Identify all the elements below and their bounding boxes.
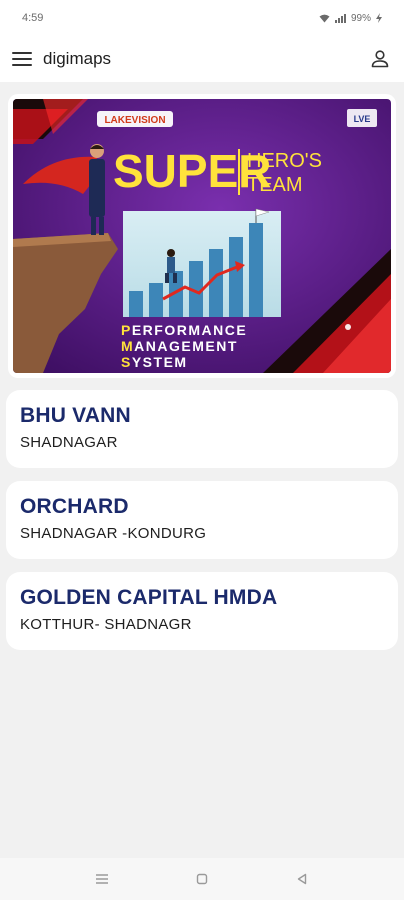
tag-initial-2: M — [121, 338, 134, 354]
battery-level: 99% — [350, 12, 371, 24]
status-icons: 99% — [319, 13, 382, 24]
banner-subhead-1: HERO'S — [247, 150, 322, 172]
banner-corner-logo: LVE — [354, 114, 371, 124]
tag-line-3: YSTEM — [132, 354, 188, 370]
charging-icon — [376, 13, 382, 23]
svg-text:SYSTEM: SYSTEM — [121, 354, 188, 370]
content-area: LAKEVISION LVE SUPER HERO'S TEAM PERFORM… — [0, 82, 404, 858]
app-title: digimaps — [43, 49, 112, 68]
banner-logo: LAKEVISION — [104, 115, 165, 126]
status-time: 4:59 — [22, 12, 44, 24]
project-location: KOTTHUR- SHADNAGR — [20, 616, 192, 633]
tag-initial-1: P — [121, 322, 132, 338]
svg-text:PERFORMANCE: PERFORMANCE — [121, 322, 247, 338]
recents-icon[interactable] — [92, 869, 112, 889]
tag-initial-3: S — [121, 354, 132, 370]
project-name: BHU VANN — [20, 404, 131, 427]
back-icon[interactable] — [292, 869, 312, 889]
app-bar: digimaps — [0, 36, 404, 82]
banner-subhead-2: TEAM — [247, 174, 303, 196]
tag-line-2: ANAGEMENT — [134, 338, 238, 354]
promo-banner: LAKEVISION LVE SUPER HERO'S TEAM PERFORM… — [13, 99, 391, 373]
status-bar: 4:59 99% — [0, 0, 404, 36]
project-location: SHADNAGAR — [20, 434, 118, 451]
project-name: GOLDEN CAPITAL HMDA — [20, 586, 278, 609]
wifi-icon — [319, 14, 330, 22]
project-card[interactable]: ORCHARD SHADNAGAR -KONDURG — [6, 481, 398, 559]
tag-line-1: ERFORMANCE — [132, 322, 247, 338]
system-nav-bar — [0, 858, 404, 900]
person-icon[interactable] — [368, 47, 392, 71]
home-icon[interactable] — [192, 869, 212, 889]
project-card[interactable]: BHU VANN SHADNAGAR — [6, 390, 398, 468]
project-card[interactable]: GOLDEN CAPITAL HMDA KOTTHUR- SHADNAGR — [6, 572, 398, 650]
hamburger-menu-icon[interactable] — [12, 52, 32, 66]
banner-card[interactable]: LAKEVISION LVE SUPER HERO'S TEAM PERFORM… — [8, 94, 396, 378]
svg-text:MANAGEMENT: MANAGEMENT — [121, 338, 238, 354]
project-name: ORCHARD — [20, 495, 129, 518]
signal-icon — [334, 13, 346, 23]
project-location: SHADNAGAR -KONDURG — [20, 525, 207, 542]
